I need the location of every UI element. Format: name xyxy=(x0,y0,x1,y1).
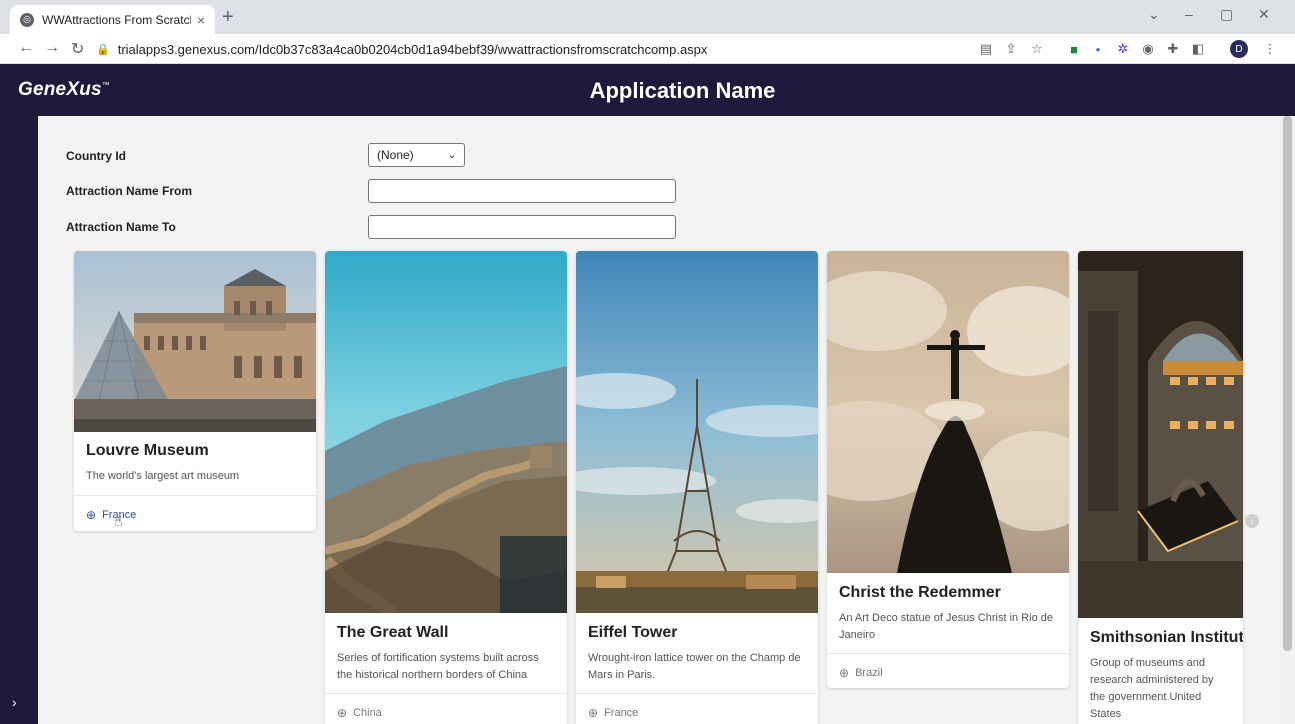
extension-gear-icon[interactable]: ✲ xyxy=(1115,41,1131,57)
reload-icon[interactable]: ↻ xyxy=(71,39,84,59)
card-description: An Art Deco statue of Jesus Christ in Ri… xyxy=(839,612,1053,641)
card-description: Group of museums and research administer… xyxy=(1090,657,1214,720)
browser-tab[interactable]: ◎ WWAttractions From Scratch Co × xyxy=(10,5,215,34)
card-body: Louvre Museum The world's largest art mu… xyxy=(74,442,316,485)
extension-dot-icon[interactable]: ● xyxy=(1090,41,1106,57)
translate-icon[interactable]: ▤ xyxy=(978,41,994,57)
url-text: trialapps3.genexus.com/Idc0b37c83a4ca0b0… xyxy=(117,41,708,57)
card-description: The world's largest art museum xyxy=(86,470,240,482)
card-country-link[interactable]: ⊕ France xyxy=(74,495,316,522)
new-tab-button[interactable]: + xyxy=(222,6,234,29)
country-id-select-value: (None) xyxy=(377,148,414,162)
attraction-card[interactable]: Eiffel Tower Wrought-iron lattice tower … xyxy=(576,251,818,724)
card-description: Series of fortification systems built ac… xyxy=(337,652,539,681)
chevron-down-icon[interactable]: ⌄ xyxy=(1148,6,1160,23)
sidebar-expand-icon[interactable]: › xyxy=(12,694,17,710)
country-id-label: Country Id xyxy=(66,149,126,163)
globe-icon: ⊕ xyxy=(337,706,348,720)
attraction-name-from-label: Attraction Name From xyxy=(66,184,193,198)
scrollbar-thumb[interactable] xyxy=(1283,116,1292,651)
tab-title: WWAttractions From Scratch Co xyxy=(42,12,191,27)
card-title: Eiffel Tower xyxy=(588,624,678,641)
url-omnibox[interactable]: 🔒 trialapps3.genexus.com/Idc0b37c83a4ca0… xyxy=(96,37,956,61)
profile-avatar[interactable]: D xyxy=(1230,40,1248,58)
globe-icon: ⊕ xyxy=(588,706,599,720)
attraction-image xyxy=(827,251,1069,573)
card-title: Smithsonian Institute xyxy=(1090,629,1243,646)
globe-icon: ⊕ xyxy=(86,508,97,522)
menu-kebab-icon[interactable]: ⋮ xyxy=(1262,41,1278,57)
browser-address-bar: ← → ↻ 🔒 trialapps3.genexus.com/Idc0b37c8… xyxy=(0,34,1295,64)
extension-green-icon[interactable]: ■ xyxy=(1066,41,1082,57)
card-country: Brazil xyxy=(855,667,883,679)
attraction-image xyxy=(325,251,567,613)
page-title: Application Name xyxy=(589,78,776,103)
page-scrollbar[interactable] xyxy=(1280,116,1295,724)
hand-cursor-icon: ☝ xyxy=(114,513,123,529)
card-country: China xyxy=(353,707,382,719)
card-country-link[interactable]: ⊕ France xyxy=(576,693,818,720)
card-country: France xyxy=(604,707,639,719)
country-id-select[interactable]: (None) ⌄ xyxy=(368,143,465,167)
card-description: Wrought-iron lattice tower on the Champ … xyxy=(588,652,801,681)
card-title: Christ the Redemmer xyxy=(839,584,1001,601)
close-window-icon[interactable]: ✕ xyxy=(1258,6,1270,23)
lock-icon: 🔒 xyxy=(96,43,110,56)
share-icon[interactable]: ⇪ xyxy=(1003,41,1019,57)
bookmark-star-icon[interactable]: ☆ xyxy=(1029,41,1045,57)
app-header: GeneXus™ Application Name xyxy=(0,64,1295,116)
globe-favicon-icon: ◎ xyxy=(20,12,34,27)
attraction-image xyxy=(74,251,316,432)
attraction-card[interactable]: The Great Wall Series of fortification s… xyxy=(325,251,567,724)
attraction-image xyxy=(576,251,818,613)
attraction-card[interactable]: Christ the Redemmer An Art Deco statue o… xyxy=(827,251,1069,688)
back-icon[interactable]: ← xyxy=(18,39,34,57)
attraction-image xyxy=(1078,251,1243,618)
close-tab-icon[interactable]: × xyxy=(197,12,205,28)
card-body: Smithsonian Institute Group of museums a… xyxy=(1078,629,1243,723)
sidebar: › xyxy=(0,116,38,724)
card-body: Christ the Redemmer An Art Deco statue o… xyxy=(827,584,1069,644)
attraction-card[interactable]: Louvre Museum The world's largest art mu… xyxy=(74,251,316,531)
extensions-puzzle-icon[interactable]: ✚ xyxy=(1165,41,1181,57)
attraction-name-from-input[interactable] xyxy=(368,179,676,203)
forward-icon[interactable]: → xyxy=(44,39,60,57)
card-country-link[interactable]: ⊕ Brazil xyxy=(827,653,1069,680)
chevron-down-icon: ⌄ xyxy=(447,149,456,161)
attraction-name-to-label: Attraction Name To xyxy=(66,220,176,234)
extension-globe-icon[interactable]: ◉ xyxy=(1140,41,1156,57)
card-title: Louvre Museum xyxy=(86,442,209,459)
maximize-icon[interactable]: ▢ xyxy=(1220,6,1233,23)
main-content: Country Id (None) ⌄ Attraction Name From… xyxy=(38,116,1280,724)
browser-tab-bar: ◎ WWAttractions From Scratch Co × + ⌄ – … xyxy=(0,0,1295,34)
minimize-icon[interactable]: – xyxy=(1185,6,1193,22)
card-body: The Great Wall Series of fortification s… xyxy=(325,624,567,684)
card-country-link[interactable]: ⊕ China xyxy=(325,693,567,720)
side-panel-icon[interactable]: ◧ xyxy=(1190,41,1206,57)
card-body: Eiffel Tower Wrought-iron lattice tower … xyxy=(576,624,818,684)
card-title: The Great Wall xyxy=(337,624,449,641)
attraction-name-to-input[interactable] xyxy=(368,215,676,239)
attraction-card[interactable]: Smithsonian Institute Group of museums a… xyxy=(1078,251,1243,724)
globe-icon: ⊕ xyxy=(839,666,850,680)
carousel-next-icon[interactable]: › xyxy=(1245,514,1259,528)
